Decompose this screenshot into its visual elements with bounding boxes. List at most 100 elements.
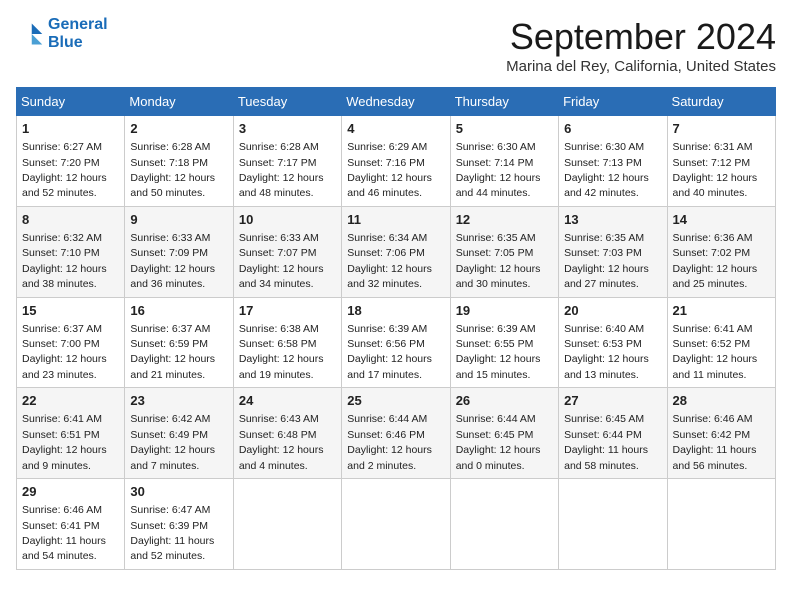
day-number: 8 [22, 211, 119, 229]
calendar-day-cell: 2 Sunrise: 6:28 AMSunset: 7:18 PMDayligh… [125, 116, 233, 207]
day-number: 12 [456, 211, 553, 229]
calendar-day-cell: 20 Sunrise: 6:40 AMSunset: 6:53 PMDaylig… [559, 297, 667, 388]
day-number: 29 [22, 483, 119, 501]
day-info: Sunrise: 6:38 AMSunset: 6:58 PMDaylight:… [239, 323, 324, 381]
calendar-day-cell: 9 Sunrise: 6:33 AMSunset: 7:09 PMDayligh… [125, 206, 233, 297]
calendar-day-cell: 16 Sunrise: 6:37 AMSunset: 6:59 PMDaylig… [125, 297, 233, 388]
day-info: Sunrise: 6:33 AMSunset: 7:09 PMDaylight:… [130, 232, 215, 290]
day-info: Sunrise: 6:47 AMSunset: 6:39 PMDaylight:… [130, 504, 214, 562]
day-number: 21 [673, 302, 770, 320]
calendar-day-cell: 24 Sunrise: 6:43 AMSunset: 6:48 PMDaylig… [233, 388, 341, 479]
calendar-day-cell: 26 Sunrise: 6:44 AMSunset: 6:45 PMDaylig… [450, 388, 558, 479]
day-number: 10 [239, 211, 336, 229]
day-number: 15 [22, 302, 119, 320]
day-number: 25 [347, 392, 444, 410]
day-info: Sunrise: 6:30 AMSunset: 7:14 PMDaylight:… [456, 141, 541, 199]
calendar-day-cell: 17 Sunrise: 6:38 AMSunset: 6:58 PMDaylig… [233, 297, 341, 388]
calendar-day-cell [450, 479, 558, 570]
day-info: Sunrise: 6:32 AMSunset: 7:10 PMDaylight:… [22, 232, 107, 290]
logo: General Blue [16, 16, 108, 51]
day-info: Sunrise: 6:37 AMSunset: 6:59 PMDaylight:… [130, 323, 215, 381]
day-number: 26 [456, 392, 553, 410]
day-info: Sunrise: 6:33 AMSunset: 7:07 PMDaylight:… [239, 232, 324, 290]
calendar-day-cell: 28 Sunrise: 6:46 AMSunset: 6:42 PMDaylig… [667, 388, 775, 479]
month-year-title: September 2024 [506, 16, 776, 58]
day-info: Sunrise: 6:39 AMSunset: 6:55 PMDaylight:… [456, 323, 541, 381]
calendar-day-cell: 12 Sunrise: 6:35 AMSunset: 7:05 PMDaylig… [450, 206, 558, 297]
calendar-day-cell [233, 479, 341, 570]
day-info: Sunrise: 6:42 AMSunset: 6:49 PMDaylight:… [130, 413, 215, 471]
day-number: 23 [130, 392, 227, 410]
calendar-day-cell: 3 Sunrise: 6:28 AMSunset: 7:17 PMDayligh… [233, 116, 341, 207]
day-info: Sunrise: 6:35 AMSunset: 7:03 PMDaylight:… [564, 232, 649, 290]
day-number: 22 [22, 392, 119, 410]
day-info: Sunrise: 6:44 AMSunset: 6:45 PMDaylight:… [456, 413, 541, 471]
day-number: 11 [347, 211, 444, 229]
day-info: Sunrise: 6:46 AMSunset: 6:42 PMDaylight:… [673, 413, 757, 471]
day-info: Sunrise: 6:30 AMSunset: 7:13 PMDaylight:… [564, 141, 649, 199]
day-info: Sunrise: 6:40 AMSunset: 6:53 PMDaylight:… [564, 323, 649, 381]
day-info: Sunrise: 6:41 AMSunset: 6:52 PMDaylight:… [673, 323, 758, 381]
day-number: 28 [673, 392, 770, 410]
day-info: Sunrise: 6:46 AMSunset: 6:41 PMDaylight:… [22, 504, 106, 562]
day-number: 3 [239, 120, 336, 138]
day-number: 20 [564, 302, 661, 320]
page-header: General Blue September 2024 Marina del R… [16, 16, 776, 75]
calendar-day-cell: 22 Sunrise: 6:41 AMSunset: 6:51 PMDaylig… [17, 388, 125, 479]
day-number: 4 [347, 120, 444, 138]
day-number: 13 [564, 211, 661, 229]
day-of-week-header: Friday [559, 88, 667, 116]
day-info: Sunrise: 6:28 AMSunset: 7:17 PMDaylight:… [239, 141, 324, 199]
day-info: Sunrise: 6:35 AMSunset: 7:05 PMDaylight:… [456, 232, 541, 290]
day-info: Sunrise: 6:27 AMSunset: 7:20 PMDaylight:… [22, 141, 107, 199]
calendar-day-cell [559, 479, 667, 570]
day-info: Sunrise: 6:44 AMSunset: 6:46 PMDaylight:… [347, 413, 432, 471]
calendar-day-cell: 10 Sunrise: 6:33 AMSunset: 7:07 PMDaylig… [233, 206, 341, 297]
day-of-week-header: Wednesday [342, 88, 450, 116]
calendar-day-cell: 30 Sunrise: 6:47 AMSunset: 6:39 PMDaylig… [125, 479, 233, 570]
day-number: 27 [564, 392, 661, 410]
calendar-week-row: 1 Sunrise: 6:27 AMSunset: 7:20 PMDayligh… [17, 116, 776, 207]
day-of-week-header: Tuesday [233, 88, 341, 116]
day-number: 17 [239, 302, 336, 320]
day-info: Sunrise: 6:29 AMSunset: 7:16 PMDaylight:… [347, 141, 432, 199]
calendar-day-cell: 29 Sunrise: 6:46 AMSunset: 6:41 PMDaylig… [17, 479, 125, 570]
calendar-week-row: 15 Sunrise: 6:37 AMSunset: 7:00 PMDaylig… [17, 297, 776, 388]
day-of-week-header: Saturday [667, 88, 775, 116]
logo-text-line2: Blue [48, 34, 108, 52]
day-number: 2 [130, 120, 227, 138]
day-number: 19 [456, 302, 553, 320]
day-info: Sunrise: 6:43 AMSunset: 6:48 PMDaylight:… [239, 413, 324, 471]
day-of-week-header: Monday [125, 88, 233, 116]
calendar-week-row: 8 Sunrise: 6:32 AMSunset: 7:10 PMDayligh… [17, 206, 776, 297]
day-info: Sunrise: 6:39 AMSunset: 6:56 PMDaylight:… [347, 323, 432, 381]
day-info: Sunrise: 6:36 AMSunset: 7:02 PMDaylight:… [673, 232, 758, 290]
calendar-day-cell: 14 Sunrise: 6:36 AMSunset: 7:02 PMDaylig… [667, 206, 775, 297]
calendar-table: SundayMondayTuesdayWednesdayThursdayFrid… [16, 87, 776, 570]
day-info: Sunrise: 6:28 AMSunset: 7:18 PMDaylight:… [130, 141, 215, 199]
calendar-header-row: SundayMondayTuesdayWednesdayThursdayFrid… [17, 88, 776, 116]
location-title: Marina del Rey, California, United State… [506, 58, 776, 75]
day-number: 5 [456, 120, 553, 138]
day-of-week-header: Thursday [450, 88, 558, 116]
calendar-day-cell: 15 Sunrise: 6:37 AMSunset: 7:00 PMDaylig… [17, 297, 125, 388]
day-number: 16 [130, 302, 227, 320]
calendar-day-cell: 5 Sunrise: 6:30 AMSunset: 7:14 PMDayligh… [450, 116, 558, 207]
day-info: Sunrise: 6:31 AMSunset: 7:12 PMDaylight:… [673, 141, 758, 199]
day-number: 1 [22, 120, 119, 138]
calendar-day-cell: 8 Sunrise: 6:32 AMSunset: 7:10 PMDayligh… [17, 206, 125, 297]
day-info: Sunrise: 6:41 AMSunset: 6:51 PMDaylight:… [22, 413, 107, 471]
day-number: 7 [673, 120, 770, 138]
calendar-day-cell: 23 Sunrise: 6:42 AMSunset: 6:49 PMDaylig… [125, 388, 233, 479]
day-of-week-header: Sunday [17, 88, 125, 116]
calendar-day-cell [342, 479, 450, 570]
calendar-day-cell: 25 Sunrise: 6:44 AMSunset: 6:46 PMDaylig… [342, 388, 450, 479]
calendar-day-cell: 13 Sunrise: 6:35 AMSunset: 7:03 PMDaylig… [559, 206, 667, 297]
logo-icon [16, 20, 44, 48]
day-number: 14 [673, 211, 770, 229]
day-number: 6 [564, 120, 661, 138]
calendar-day-cell: 19 Sunrise: 6:39 AMSunset: 6:55 PMDaylig… [450, 297, 558, 388]
calendar-day-cell: 21 Sunrise: 6:41 AMSunset: 6:52 PMDaylig… [667, 297, 775, 388]
calendar-week-row: 29 Sunrise: 6:46 AMSunset: 6:41 PMDaylig… [17, 479, 776, 570]
calendar-day-cell [667, 479, 775, 570]
